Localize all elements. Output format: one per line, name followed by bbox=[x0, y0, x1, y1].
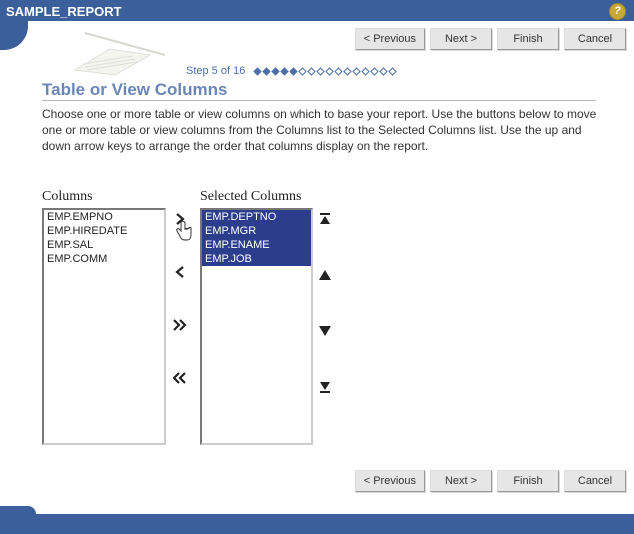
footer-band bbox=[0, 514, 634, 534]
bottom-button-bar: < Previous Next > Finish Cancel bbox=[355, 470, 626, 492]
step-dots bbox=[253, 67, 397, 76]
columns-area: Columns EMP.EMPNOEMP.HIREDATEEMP.SALEMP.… bbox=[42, 189, 337, 445]
move-top-button[interactable] bbox=[314, 207, 336, 231]
available-label: Columns bbox=[42, 189, 166, 205]
move-left-button[interactable] bbox=[169, 260, 191, 284]
move-right-button[interactable] bbox=[169, 207, 191, 231]
arrow-top-icon bbox=[318, 212, 332, 226]
step-dot-icon bbox=[280, 67, 289, 76]
instructions-text: Choose one or more table or view columns… bbox=[42, 106, 598, 155]
move-down-button[interactable] bbox=[314, 319, 336, 343]
move-up-button[interactable] bbox=[314, 263, 336, 287]
step-label: Step 5 of 16 bbox=[186, 65, 245, 77]
double-chevron-right-icon bbox=[173, 319, 187, 331]
list-item[interactable]: EMP.MGR bbox=[202, 224, 311, 238]
step-dot-icon bbox=[352, 67, 361, 76]
step-dot-icon bbox=[379, 67, 388, 76]
finish-button-bottom[interactable]: Finish bbox=[497, 470, 559, 492]
move-bottom-button[interactable] bbox=[314, 375, 336, 399]
move-all-right-button[interactable] bbox=[169, 313, 191, 337]
top-button-bar: < Previous Next > Finish Cancel bbox=[355, 28, 626, 50]
previous-button[interactable]: < Previous bbox=[355, 28, 425, 50]
selected-label: Selected Columns bbox=[200, 189, 313, 205]
list-item[interactable]: EMP.DEPTNO bbox=[202, 210, 311, 224]
list-item[interactable]: EMP.JOB bbox=[202, 252, 311, 266]
step-dot-icon bbox=[262, 67, 271, 76]
arrow-down-icon bbox=[318, 325, 332, 337]
list-item[interactable]: EMP.ENAME bbox=[202, 238, 311, 252]
titlebar: SAMPLE_REPORT ? bbox=[0, 0, 634, 21]
arrow-bottom-icon bbox=[318, 380, 332, 394]
report-graphic-icon bbox=[55, 25, 175, 80]
step-dot-icon bbox=[289, 67, 298, 76]
next-button[interactable]: Next > bbox=[430, 28, 492, 50]
arrow-up-icon bbox=[318, 269, 332, 281]
list-item[interactable]: EMP.EMPNO bbox=[44, 210, 164, 224]
double-chevron-left-icon bbox=[173, 372, 187, 384]
step-dot-icon bbox=[388, 67, 397, 76]
step-dot-icon bbox=[334, 67, 343, 76]
cancel-button-bottom[interactable]: Cancel bbox=[564, 470, 626, 492]
step-dot-icon bbox=[316, 67, 325, 76]
shuttle-buttons bbox=[168, 189, 192, 445]
list-item[interactable]: EMP.HIREDATE bbox=[44, 224, 164, 238]
selected-columns-list[interactable]: EMP.DEPTNOEMP.MGREMP.ENAMEEMP.JOB bbox=[200, 208, 313, 445]
title-underline bbox=[42, 100, 596, 101]
page-title: Table or View Columns bbox=[42, 80, 227, 100]
step-dot-icon bbox=[307, 67, 316, 76]
order-buttons bbox=[313, 189, 337, 445]
list-item[interactable]: EMP.SAL bbox=[44, 238, 164, 252]
move-all-left-button[interactable] bbox=[169, 366, 191, 390]
window-title: SAMPLE_REPORT bbox=[6, 4, 122, 19]
available-columns-list[interactable]: EMP.EMPNOEMP.HIREDATEEMP.SALEMP.COMM bbox=[42, 208, 166, 445]
cancel-button[interactable]: Cancel bbox=[564, 28, 626, 50]
step-dot-icon bbox=[361, 67, 370, 76]
next-button-bottom[interactable]: Next > bbox=[430, 470, 492, 492]
step-dot-icon bbox=[298, 67, 307, 76]
finish-button[interactable]: Finish bbox=[497, 28, 559, 50]
step-dot-icon bbox=[325, 67, 334, 76]
step-dot-icon bbox=[271, 67, 280, 76]
chevron-left-icon bbox=[175, 266, 185, 278]
help-icon[interactable]: ? bbox=[609, 3, 626, 20]
step-dot-icon bbox=[253, 67, 262, 76]
step-indicator: Step 5 of 16 bbox=[186, 65, 397, 77]
list-item[interactable]: EMP.COMM bbox=[44, 252, 164, 266]
chevron-right-icon bbox=[175, 213, 185, 225]
step-dot-icon bbox=[343, 67, 352, 76]
previous-button-bottom[interactable]: < Previous bbox=[355, 470, 425, 492]
step-dot-icon bbox=[370, 67, 379, 76]
